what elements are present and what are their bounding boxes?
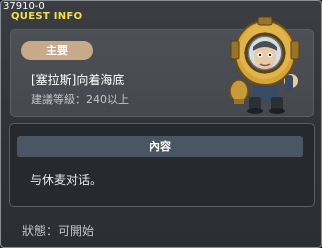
quest-content-panel: 內容 与休麦对话。 bbox=[9, 123, 315, 207]
quest-name: [塞拉斯]向着海底 bbox=[31, 73, 125, 87]
quest-content-text: 与休麦对话。 bbox=[30, 173, 103, 187]
quest-category-badge: 主要 bbox=[21, 41, 93, 60]
quest-level-requirement: 建議等級：240以上 bbox=[31, 93, 129, 106]
quest-status: 狀態：可開始 bbox=[22, 224, 95, 238]
diving-helmet-npc-icon bbox=[229, 16, 300, 114]
content-section-header: 內容 bbox=[17, 136, 303, 157]
quest-info-window: 37910-0 QUEST INFO 主要 [塞拉斯]向着海底 建議等級：240… bbox=[0, 0, 322, 248]
window-title: QUEST INFO bbox=[11, 11, 83, 22]
